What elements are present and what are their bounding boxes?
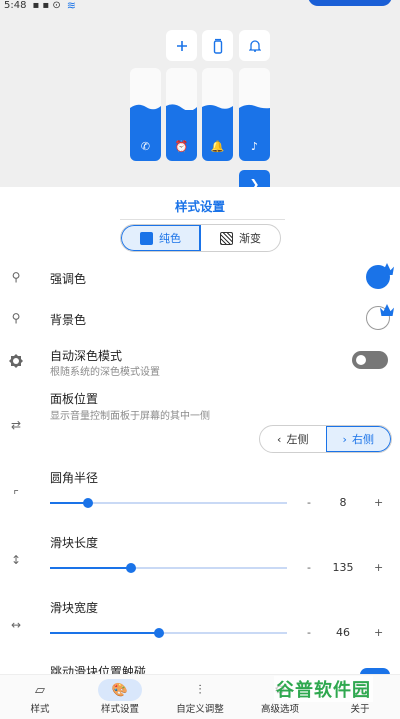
volume-panel-preview: 5:48 ▪ ▪ ⊙ ≋ ✆ ⏰ 🔔 ♪ ❯: [0, 0, 400, 198]
remote-icon[interactable]: [202, 30, 233, 61]
tab-gradient[interactable]: 渐变: [201, 225, 280, 251]
toggle-knob: [356, 355, 366, 365]
nav-label: 自定义调整: [176, 704, 224, 715]
increase-button[interactable]: +: [374, 626, 383, 639]
style-settings-sheet: 样式设置 纯色 渐变 ⚲ 强调色 ⚲ 背景色 自动深色模式 根随系统的深色模式设…: [0, 187, 400, 679]
dark-mode-row[interactable]: 自动深色模式 根随系统的深色模式设置: [0, 345, 400, 379]
nav-label: 高级选项: [260, 704, 299, 715]
accent-color-label: 强调色: [50, 272, 87, 286]
chevron-right-icon: ›: [342, 432, 347, 446]
slider-fill: [166, 104, 197, 161]
decrease-button[interactable]: -: [307, 561, 311, 574]
decrease-button[interactable]: -: [307, 496, 311, 509]
music-icon: ♪: [250, 140, 259, 153]
nav-item-style[interactable]: ▱ 样式: [0, 675, 80, 719]
tab-solid[interactable]: 纯色: [121, 225, 201, 251]
corner-radius-value: 8: [339, 496, 347, 509]
position-right-label: 右侧: [351, 433, 374, 446]
slider-width-value: 46: [336, 626, 350, 639]
slider-width-row: 滑块宽度 ↔ - 46 +: [0, 597, 400, 647]
slider-length-value: 135: [332, 561, 354, 574]
corner-icon: ⌜: [13, 488, 19, 502]
slider-fill: [202, 104, 233, 161]
divider: [120, 219, 285, 220]
nav-item-custom-adjust[interactable]: ⫶ 自定义调整: [160, 675, 240, 719]
wave-icon: ≋: [66, 0, 76, 12]
solid-square-icon: [140, 231, 153, 245]
volume-slider-call[interactable]: ✆: [130, 68, 161, 161]
slider-progress: [50, 632, 160, 634]
increase-button[interactable]: +: [374, 561, 383, 574]
layers-icon: ▱: [35, 683, 45, 698]
add-icon[interactable]: [166, 30, 197, 61]
accent-color-row[interactable]: ⚲ 强调色: [0, 263, 400, 289]
slider-width-label: 滑块宽度: [50, 601, 99, 615]
decrease-button[interactable]: -: [307, 626, 311, 639]
tune-icon: ⫶: [198, 683, 202, 698]
nav-label: 样式: [30, 704, 50, 715]
slider-length-row: 滑块长度 ↕ - 135 +: [0, 532, 400, 582]
dark-mode-toggle[interactable]: [352, 351, 388, 369]
watermark: 谷普软件园: [274, 676, 373, 702]
position-left-label: 左侧: [286, 433, 309, 446]
nav-item-style-settings[interactable]: 🎨 样式设置: [80, 675, 160, 719]
swap-horizontal-icon: ⇄: [10, 418, 22, 432]
background-color-label: 背景色: [50, 313, 87, 327]
slider-fill: [130, 104, 161, 161]
palette-icon: ⚲: [11, 270, 21, 284]
sheet-title: 样式设置: [174, 199, 225, 214]
bell-icon: 🔔: [210, 140, 225, 153]
gradient-square-icon: [220, 231, 233, 245]
brightness-icon: [8, 353, 24, 369]
volume-slider-notification[interactable]: 🔔: [202, 68, 233, 161]
panel-position-label: 面板位置: [50, 392, 99, 406]
dark-mode-desc: 根随系统的深色模式设置: [50, 367, 160, 378]
status-time: 5:48: [4, 0, 27, 11]
position-left-button[interactable]: ‹ 左侧: [260, 426, 326, 452]
tab-solid-label: 纯色: [159, 232, 181, 245]
slider-progress: [50, 567, 131, 569]
corner-radius-label: 圆角半径: [50, 471, 99, 485]
palette-icon: 🎨: [111, 683, 129, 698]
vertical-resize-icon: ↕: [10, 553, 22, 567]
status-icons: ▪ ▪ ⊙: [32, 0, 61, 11]
corner-radius-row: 圆角半径 ⌜ - 8 +: [0, 467, 400, 517]
volume-slider-alarm[interactable]: ⏰: [166, 68, 197, 161]
volume-slider-media[interactable]: ♪: [239, 68, 270, 161]
status-bar: 5:48 ▪ ▪ ⊙ ≋: [4, 0, 76, 12]
slider-length-slider[interactable]: [50, 563, 287, 573]
palette-icon: ⚲: [11, 311, 21, 325]
tab-gradient-label: 渐变: [239, 232, 261, 245]
chevron-left-icon: ‹: [277, 432, 282, 446]
dark-mode-label: 自动深色模式: [50, 349, 123, 363]
slider-thumb[interactable]: [82, 498, 93, 508]
slider-fill: [239, 104, 270, 161]
background-color-row[interactable]: ⚲ 背景色: [0, 304, 400, 330]
position-right-button[interactable]: › 右侧: [325, 426, 391, 452]
slider-thumb[interactable]: [125, 563, 136, 573]
slider-length-label: 滑块长度: [50, 536, 99, 550]
phone-icon: ✆: [140, 140, 151, 153]
slider-thumb[interactable]: [154, 628, 165, 638]
alarm-icon: ⏰: [174, 140, 189, 153]
panel-position-toggle: ‹ 左侧 › 右侧: [259, 425, 392, 453]
panel-position-desc: 显示音量控制面板于屏幕的其中一侧: [50, 411, 210, 422]
panel-position-row: 面板位置 显示音量控制面板于屏幕的其中一侧 ⇄ ‹ 左侧 › 右侧: [0, 387, 400, 455]
nav-label: 关于: [350, 704, 370, 715]
top-pill-button[interactable]: [308, 0, 392, 6]
corner-radius-slider[interactable]: [50, 498, 287, 508]
nav-label: 样式设置: [100, 704, 139, 715]
horizontal-resize-icon: ↔: [10, 618, 22, 632]
style-type-toggle: 纯色 渐变: [120, 224, 281, 252]
slider-width-slider[interactable]: [50, 628, 287, 638]
bell-icon[interactable]: [239, 30, 270, 61]
increase-button[interactable]: +: [374, 496, 383, 509]
